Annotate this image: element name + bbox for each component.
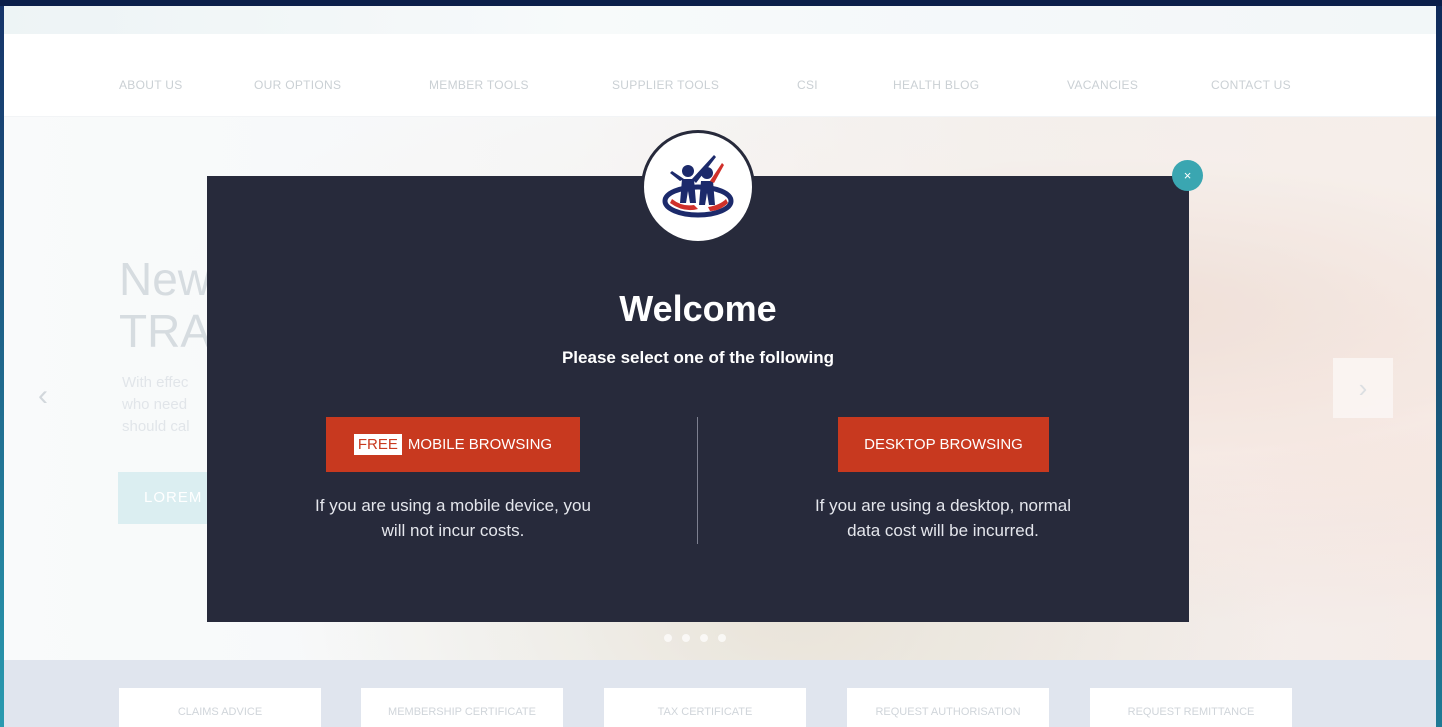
mobile-browsing-description: If you are using a mobile device, you wi… (277, 493, 629, 543)
window-right-edge (1436, 6, 1442, 727)
options-divider (697, 417, 698, 544)
close-icon[interactable]: × (1172, 160, 1203, 191)
desktop-desc-line: If you are using a desktop, normal (814, 496, 1072, 515)
mobile-browsing-button[interactable]: FREE MOBILE BROWSING (326, 417, 580, 472)
free-badge: FREE (353, 434, 402, 455)
desktop-desc-line: data cost will be incurred. (847, 521, 1039, 540)
desktop-browsing-button[interactable]: DESKTOP BROWSING (838, 417, 1049, 472)
page: ABOUT US OUR OPTIONS MEMBER TOOLS SUPPLI… (4, 6, 1436, 727)
desktop-browsing-description: If you are using a desktop, normal data … (767, 493, 1119, 543)
modal-title: Welcome (619, 288, 777, 329)
mobile-desc-line: will not incur costs. (381, 521, 525, 540)
mobile-desc-line: If you are using a mobile device, you (315, 496, 591, 515)
mobile-browsing-label: MOBILE BROWSING (407, 436, 553, 453)
brand-logo-icon (641, 130, 755, 244)
modal-subtitle: Please select one of the following (561, 348, 835, 367)
brand-logo-graphic (662, 155, 734, 218)
